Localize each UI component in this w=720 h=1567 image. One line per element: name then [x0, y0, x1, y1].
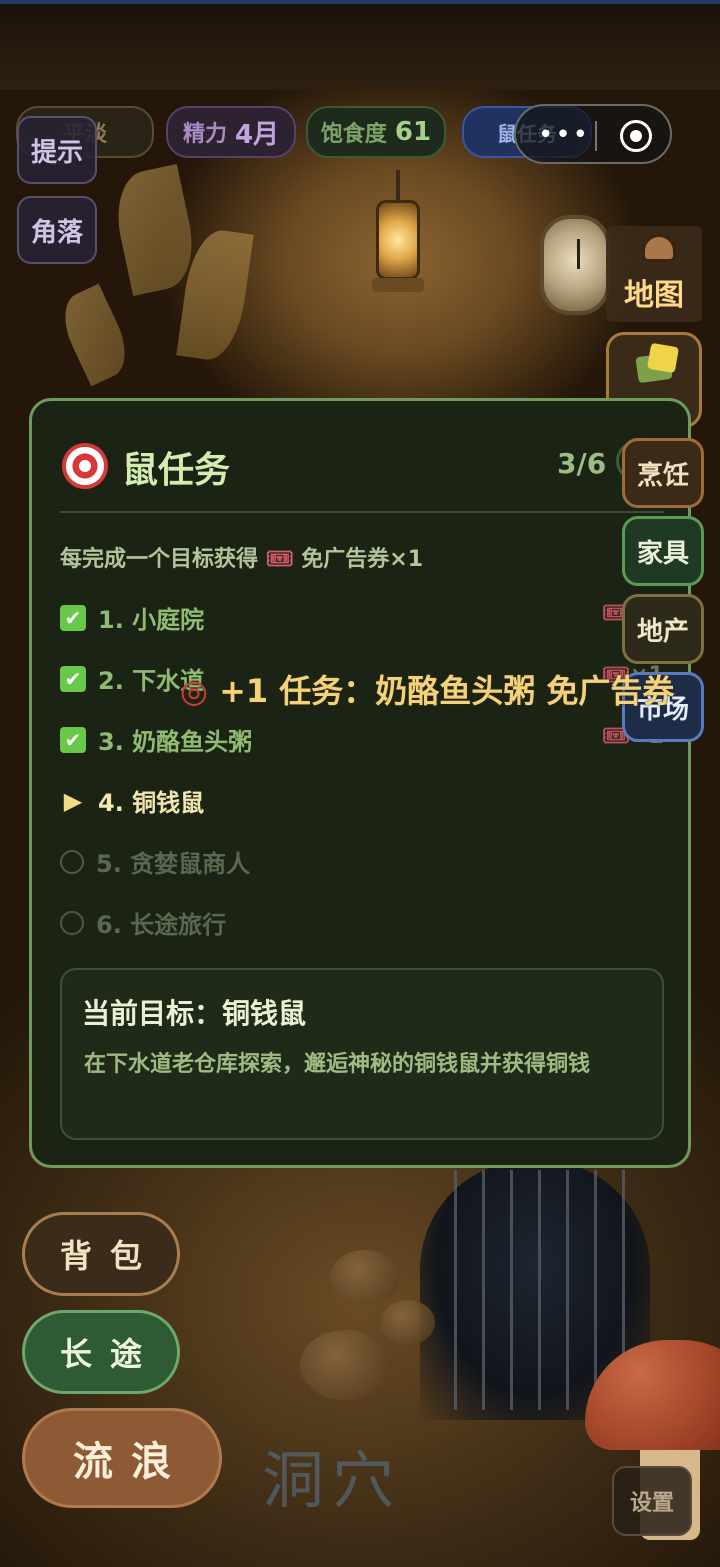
task-panel: 鼠任务 3/6 每完成一个目标获得 🎟 免广告券×1 ✔ 1. 小庭院 🎟×1 … [29, 398, 691, 1168]
task-item[interactable]: 6. 长途旅行 [60, 905, 226, 940]
map-label: 地图 [624, 278, 684, 313]
play-arrow-icon: ▶ [63, 786, 83, 815]
lantern-icon [370, 170, 426, 310]
goal-description: 在下水道老仓库探索，邂逅神秘的铜钱鼠并获得铜钱 [84, 1052, 591, 1077]
reward-info: 每完成一个目标获得 🎟 免广告券×1 [60, 547, 424, 572]
long-trip-button[interactable]: 长途 [22, 1310, 180, 1394]
wander-button[interactable]: 流浪 [22, 1408, 222, 1508]
estate-button[interactable]: 地产 [622, 594, 704, 664]
task-item[interactable]: ✔ 1. 小庭院 [60, 600, 204, 635]
energy-value: 4月 [234, 119, 280, 150]
map-button[interactable]: 地图 [606, 226, 702, 322]
top-band [0, 0, 720, 4]
hunger-stat: 饱食度 61 [306, 106, 446, 158]
bag-button[interactable]: 背包 [22, 1212, 180, 1296]
hunger-label: 饱食度 [320, 122, 387, 147]
checkbox-checked-icon: ✔ [60, 726, 86, 753]
mouse-icon [642, 234, 676, 262]
furniture-button[interactable]: 家具 [622, 516, 704, 586]
energy-label: 精力 [182, 122, 227, 147]
corner-button[interactable]: 角落 [17, 196, 97, 264]
leaf-decoration [53, 283, 137, 387]
circle-empty-icon [60, 849, 84, 874]
ticket-icon: 🎟 [265, 547, 294, 572]
divider [60, 511, 664, 513]
energy-stat: 精力 4月 [166, 106, 296, 158]
clock-icon [540, 215, 610, 315]
task-item[interactable]: ✔ 3. 奶酪鱼头粥 [60, 722, 252, 757]
checkbox-checked-icon: ✔ [60, 604, 86, 631]
panel-title: 鼠任务 [122, 450, 231, 491]
target-icon [62, 443, 108, 489]
task-item[interactable]: 5. 贪婪鼠商人 [60, 844, 250, 879]
close-target-icon[interactable] [620, 120, 652, 152]
cook-button[interactable]: 烹饪 [622, 438, 704, 508]
hunger-value: 61 [394, 117, 432, 147]
current-goal-box: 当前目标：铜钱鼠 在下水道老仓库探索，邂逅神秘的铜钱鼠并获得铜钱 [60, 968, 664, 1140]
top-shadow [0, 0, 720, 90]
reward-toast: ◎ +1 任务：奶酪鱼头粥 免广告券 [180, 672, 675, 710]
location-label: 洞穴 [262, 1444, 403, 1517]
task-item-current[interactable]: ▶ 4. 铜钱鼠 [60, 783, 204, 818]
stone [300, 1330, 390, 1400]
stone [380, 1300, 435, 1345]
checkbox-checked-icon: ✔ [60, 665, 86, 692]
miniprogram-capsule: ••• [514, 104, 672, 164]
settings-button[interactable]: 设置 [612, 1466, 692, 1536]
task-progress: 3/6 [557, 447, 607, 480]
hint-button[interactable]: 提示 [17, 116, 97, 184]
stone [330, 1250, 400, 1305]
more-icon[interactable]: ••• [538, 120, 590, 150]
target-icon: ◎ [180, 672, 208, 710]
circle-empty-icon [60, 910, 84, 935]
goal-title: 当前目标：铜钱鼠 [82, 997, 307, 1030]
notes-icon [635, 342, 680, 384]
